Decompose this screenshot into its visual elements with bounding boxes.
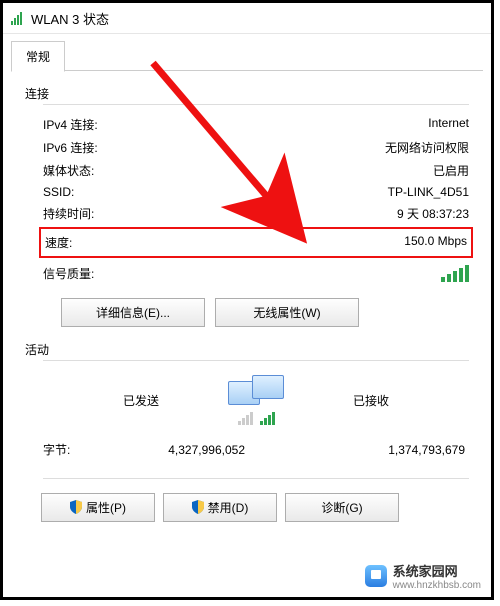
- duration-label: 持续时间:: [43, 205, 94, 222]
- group-connection-title: 连接: [25, 85, 469, 102]
- ssid-value: TP-LINK_4D51: [388, 185, 469, 199]
- ipv4-value: Internet: [428, 116, 469, 133]
- dialog-window: WLAN 3 状态 常规 连接 IPv4 连接: Internet IPv6 连接…: [0, 0, 494, 600]
- ssid-label: SSID:: [43, 185, 74, 199]
- speed-label: 速度:: [45, 234, 72, 251]
- wlan-icon: [11, 11, 25, 25]
- watermark-icon: [365, 565, 387, 587]
- watermark: 系统家园网 www.hnzkhbsb.com: [365, 561, 481, 591]
- recv-label: 已接收: [296, 392, 446, 409]
- window-title: WLAN 3 状态: [31, 9, 109, 28]
- speed-highlight-box: 速度: 150.0 Mbps: [39, 227, 473, 258]
- media-label: 媒体状态:: [43, 162, 94, 179]
- group-activity-title: 活动: [25, 341, 469, 358]
- signal-bars-icon: [439, 264, 469, 282]
- shield-icon: [192, 500, 204, 514]
- duration-value: 9 天 08:37:23: [397, 205, 469, 222]
- recv-bars-icon: [259, 411, 275, 425]
- signal-label: 信号质量:: [43, 265, 94, 282]
- bytes-sent-value: 4,327,996,052: [103, 443, 263, 457]
- sent-label: 已发送: [66, 392, 216, 409]
- properties-button[interactable]: 属性(P): [41, 493, 155, 522]
- details-button[interactable]: 详细信息(E)...: [61, 298, 205, 327]
- content-area: 连接 IPv4 连接: Internet IPv6 连接: 无网络访问权限 媒体状态…: [3, 71, 491, 522]
- disable-button[interactable]: 禁用(D): [163, 493, 277, 522]
- bytes-label: 字节:: [43, 441, 103, 458]
- group-connection: IPv4 连接: Internet IPv6 连接: 无网络访问权限 媒体状态: 已启…: [43, 104, 469, 327]
- activity-icon: [228, 375, 284, 425]
- ipv6-label: IPv6 连接:: [43, 139, 98, 156]
- title-bar[interactable]: WLAN 3 状态: [3, 3, 491, 34]
- sent-bars-icon: [237, 411, 253, 425]
- tab-general[interactable]: 常规: [11, 41, 65, 72]
- wireless-props-button[interactable]: 无线属性(W): [215, 298, 359, 327]
- ipv4-label: IPv4 连接:: [43, 116, 98, 133]
- watermark-name: 系统家园网: [393, 561, 481, 580]
- shield-icon: [70, 500, 82, 514]
- media-value: 已启用: [433, 162, 469, 179]
- ipv6-value: 无网络访问权限: [385, 139, 469, 156]
- diagnose-button[interactable]: 诊断(G): [285, 493, 399, 522]
- bytes-recv-value: 1,374,793,679: [263, 443, 469, 457]
- tab-strip: 常规: [3, 34, 491, 71]
- speed-value: 150.0 Mbps: [404, 234, 467, 251]
- group-activity: 已发送 已接收 字节: 4,327,996,052 1,374,793,679: [43, 360, 469, 468]
- watermark-url: www.hnzkhbsb.com: [393, 580, 481, 591]
